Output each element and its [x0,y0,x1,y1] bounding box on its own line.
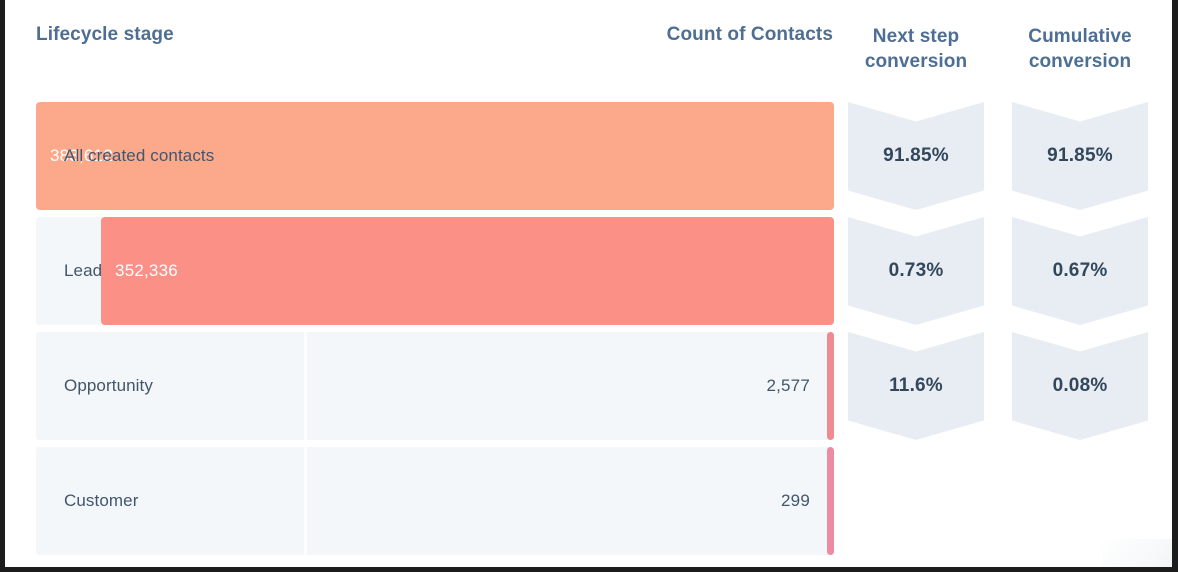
bar-value: 299 [781,491,810,510]
cumulative-conversion-badge: 0.67% [1012,217,1148,325]
cumulative-conversion-badge: 91.85% [1012,102,1148,210]
funnel-bar[interactable] [827,447,834,555]
conversion-value: 0.08% [1052,375,1108,396]
next-step-conversion-badge: 0.73% [848,217,984,325]
funnel-bar[interactable]: 352,336 [101,217,834,325]
funnel-report-canvas: Lifecycle stage Count of Contacts Next s… [5,0,1172,567]
table-row[interactable]: All created contacts 383,612 [36,102,834,210]
funnel-rows: All created contacts 383,612 Lead 352,33… [5,92,1172,567]
stage-label: Opportunity [64,376,153,395]
stage-label: Customer [64,491,139,510]
conversion-value: 91.85% [1047,145,1113,166]
next-step-line-1: Next step [872,26,960,47]
cumulative-line-1: Cumulative [1028,26,1132,47]
browser-frame: Lifecycle stage Count of Contacts Next s… [0,0,1178,572]
next-step-conversion-badge: 11.6% [848,332,984,440]
next-step-conversion-badge: 91.85% [848,102,984,210]
conversion-value: 91.85% [883,145,949,166]
stage-label: All created contacts [64,146,215,165]
stage-label: Lead [64,261,103,280]
bar-value: 352,336 [115,261,178,280]
conversion-value: 0.67% [1052,260,1108,281]
table-row[interactable]: Customer 299 [36,447,834,555]
column-header-next-step-conversion: Next step conversion [848,24,984,74]
next-step-line-2: conversion [864,51,968,72]
conversion-value: 0.73% [888,260,944,281]
bar-value: 2,577 [766,376,810,395]
column-header-cumulative-conversion: Cumulative conversion [1012,24,1148,74]
funnel-bar[interactable] [827,332,834,440]
cumulative-conversion-badge: 0.08% [1012,332,1148,440]
conversion-value: 11.6% [889,375,943,396]
table-row[interactable]: Opportunity 2,577 [36,332,834,440]
column-header-lifecycle-stage: Lifecycle stage [36,24,174,45]
cumulative-line-2: conversion [1028,51,1132,72]
table-row[interactable]: Lead 352,336 [36,217,834,325]
column-header-count-of-contacts: Count of Contacts [666,24,833,45]
report-header: Lifecycle stage Count of Contacts Next s… [5,0,1172,92]
